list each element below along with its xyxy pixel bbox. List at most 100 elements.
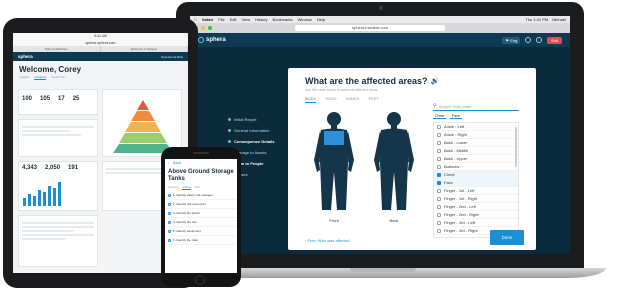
body-part-item[interactable]: Chest xyxy=(434,171,518,179)
body-part-item[interactable]: Finger - 1st - Left xyxy=(434,187,518,195)
browser-tab[interactable]: Welcome to Sphera xyxy=(101,46,188,52)
checkbox-icon[interactable] xyxy=(437,188,441,193)
checkbox-icon[interactable] xyxy=(437,204,441,209)
radio-icon xyxy=(168,238,171,242)
checkbox-icon[interactable] xyxy=(437,212,441,217)
filter-chip[interactable]: Chest xyxy=(433,114,447,119)
user-icon[interactable] xyxy=(536,37,543,43)
checkbox-icon[interactable] xyxy=(437,228,441,233)
browser-tab[interactable]: Sphera Solutions xyxy=(13,46,101,52)
body-part-item[interactable]: Ankle - Right xyxy=(434,131,518,139)
checkbox-icon[interactable] xyxy=(437,140,441,145)
checkbox-icon[interactable] xyxy=(437,148,441,153)
checkbox-icon[interactable] xyxy=(437,220,441,225)
body-part-item[interactable]: Ankle - Left xyxy=(434,123,518,131)
list-card[interactable] xyxy=(18,215,98,267)
sphera-logo: sphera xyxy=(198,37,226,43)
phone-task-item[interactable]: 2. Identify site personnel xyxy=(165,200,237,209)
checkbox-icon[interactable] xyxy=(437,132,441,137)
exit-button[interactable]: Exit xyxy=(547,36,562,44)
phone-task-item[interactable]: 1. Identify safety risk manager xyxy=(165,191,237,200)
tablet-header-right[interactable]: Operational Risk xyxy=(161,55,183,59)
checkbox-icon[interactable] xyxy=(437,180,441,185)
menubar-user[interactable]: Michael xyxy=(552,17,566,22)
phone-tab-overview[interactable]: Overview xyxy=(168,186,178,190)
tablet-address-bar[interactable]: sphera.sphera.com xyxy=(13,39,188,46)
menubar-app[interactable]: Safari xyxy=(202,17,213,22)
checkbox-icon[interactable] xyxy=(437,156,441,161)
menu-bookmarks[interactable]: Bookmarks xyxy=(273,17,293,22)
mac-menubar:  Safari File Edit View History Bookmark… xyxy=(190,16,570,23)
menu-help[interactable]: Help xyxy=(317,17,325,22)
menu-history[interactable]: History xyxy=(255,17,267,22)
browser-toolbar: sphera.incident.com xyxy=(190,23,570,33)
phone-tab-docs[interactable]: Docs xyxy=(195,186,201,190)
menu-file[interactable]: File xyxy=(218,17,224,22)
placeholder-line xyxy=(22,234,94,236)
body-part-item[interactable]: Back - Upper xyxy=(434,155,518,163)
phone-speaker xyxy=(193,152,209,154)
done-button[interactable]: Done xyxy=(490,230,524,245)
body-figure-front[interactable] xyxy=(306,110,362,214)
phone-tab-actions[interactable]: Actions xyxy=(182,186,191,190)
tab-incidents[interactable]: Incidents xyxy=(34,75,47,80)
search-placeholder: Search body parts... xyxy=(438,103,475,109)
phone-task-item[interactable]: 3. Identify the actors xyxy=(165,209,237,218)
body-part-label: Ankle - Left xyxy=(444,124,465,129)
address-bar[interactable]: sphera.incident.com xyxy=(295,25,445,31)
phone-task-item[interactable]: 6. Identify the risks xyxy=(165,236,237,245)
placeholder-line xyxy=(22,238,65,240)
tablet-app-header: sphera Operational Risk xyxy=(13,52,188,61)
flag-icon: ⚑ xyxy=(505,37,510,43)
menu-edit[interactable]: Edit xyxy=(230,17,237,22)
help-icon[interactable] xyxy=(525,37,532,43)
placeholder-line xyxy=(22,134,81,136)
list-scrollbar[interactable] xyxy=(515,127,517,167)
brand-name: sphera xyxy=(206,37,226,43)
phone-title: Above Ground Storage Tanks xyxy=(168,169,234,182)
dialog-subtitle: Use the chart below to select all affect… xyxy=(305,88,378,92)
phone-back-label[interactable]: Back xyxy=(173,161,181,165)
view-tab[interactable]: BODY xyxy=(305,96,317,103)
tab-insights[interactable]: Insights xyxy=(19,75,29,80)
tab-audit-plan[interactable]: Audit Plan xyxy=(51,75,65,80)
window-zoom-button[interactable] xyxy=(208,26,212,30)
body-part-item[interactable]: Finger - 1st - Right xyxy=(434,195,518,203)
language-selector[interactable]: ⚑ Eng xyxy=(502,36,521,44)
radio-icon xyxy=(168,220,171,224)
incidents-card[interactable]: 4,343 2,050 191 xyxy=(18,161,98,211)
menu-window[interactable]: Window xyxy=(298,17,312,22)
phone-task-item[interactable]: 4. Identify the risk xyxy=(165,218,237,227)
summary-card[interactable]: 100 105 17 25 xyxy=(18,89,98,115)
phone-home-button[interactable] xyxy=(195,275,205,285)
body-part-item[interactable]: Finger - 2nd - Left xyxy=(434,203,518,211)
checkbox-icon[interactable] xyxy=(437,164,441,169)
menu-view[interactable]: View xyxy=(241,17,250,22)
search-icon: ⚲ xyxy=(433,103,437,109)
checkbox-icon[interactable] xyxy=(437,172,441,177)
checkbox-icon[interactable] xyxy=(437,196,441,201)
summary-number: 100 xyxy=(22,96,33,102)
body-part-item[interactable]: Back - Middle xyxy=(434,147,518,155)
body-part-item[interactable]: Finger - 2nd - Right xyxy=(434,211,518,219)
body-part-search[interactable]: ⚲ Search body parts... xyxy=(433,102,519,111)
view-tab[interactable]: FEET xyxy=(368,96,378,103)
chevron-left-icon[interactable]: ‹ xyxy=(168,161,169,165)
apple-icon[interactable]:  xyxy=(194,17,197,22)
body-part-item[interactable]: Face xyxy=(434,179,518,187)
body-figure-back[interactable] xyxy=(366,110,422,214)
phone-task-label: 2. Identify site personnel xyxy=(173,202,206,206)
summary-number: 25 xyxy=(72,96,80,102)
view-tab[interactable]: HEAD xyxy=(325,96,336,103)
filter-chip[interactable]: Face xyxy=(450,114,462,119)
window-minimize-button[interactable] xyxy=(201,26,205,30)
prev-link[interactable]: ‹ Prev: Who was affected xyxy=(305,238,350,243)
view-tab[interactable]: HANDS xyxy=(345,96,359,103)
checkbox-icon[interactable] xyxy=(437,124,441,129)
body-part-item[interactable]: Back - Lower xyxy=(434,139,518,147)
body-part-item[interactable]: Buttocks xyxy=(434,163,518,171)
speaker-icon[interactable]: 🔊 xyxy=(431,77,440,85)
chart-card[interactable] xyxy=(18,119,98,157)
body-part-item[interactable]: Finger - 3rd - Left xyxy=(434,219,518,227)
phone-task-item[interactable]: 5. Identify equipment xyxy=(165,227,237,236)
